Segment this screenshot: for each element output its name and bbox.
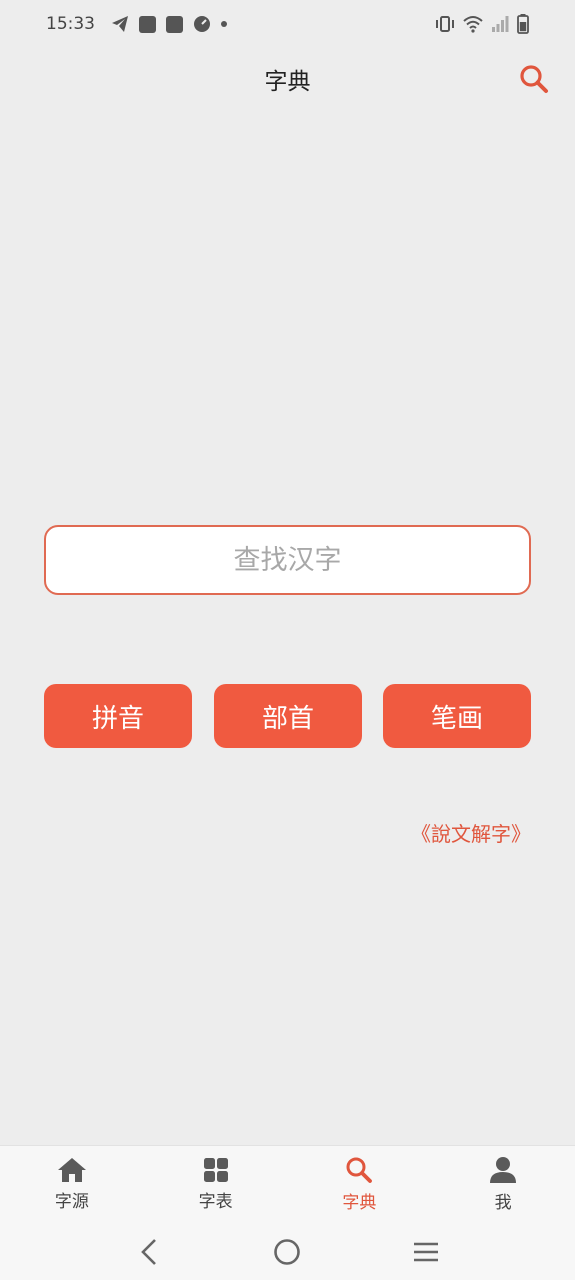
telegram-icon	[111, 15, 129, 33]
pinyin-button[interactable]: 拼音	[44, 684, 192, 748]
signal-icon	[491, 15, 509, 33]
app-screen: 15:33 字典 查找汉字 拼音 部首 笔画 《說文解字》 字源 字表 字典 我	[0, 0, 575, 1280]
nav-item-zidian[interactable]: 字典	[288, 1146, 432, 1223]
header-search-button[interactable]	[517, 62, 551, 96]
bag-icon	[139, 15, 156, 33]
nav-item-zibiao[interactable]: 字表	[144, 1146, 288, 1223]
vibrate-icon	[435, 15, 455, 33]
status-left: 15:33	[46, 14, 227, 34]
lookup-method-buttons: 拼音 部首 笔画	[44, 684, 531, 748]
nav-label-ziyuan: 字源	[54, 1192, 89, 1212]
nav-item-me[interactable]: 我	[431, 1146, 575, 1223]
grid-icon	[203, 1158, 228, 1182]
nav-label-zidian: 字典	[342, 1193, 377, 1213]
radical-button[interactable]: 部首	[214, 684, 362, 748]
wifi-icon	[463, 15, 483, 33]
more-notifications-dot-icon	[221, 21, 227, 27]
search-icon	[346, 1157, 373, 1183]
home-icon	[57, 1158, 86, 1182]
user-icon	[490, 1157, 517, 1183]
nav-item-ziyuan[interactable]: 字源	[0, 1146, 144, 1223]
system-menu-button[interactable]	[406, 1232, 446, 1272]
status-time: 15:33	[46, 14, 95, 34]
menu-icon	[413, 1242, 438, 1261]
circle-home-icon	[274, 1238, 301, 1265]
stroke-button[interactable]: 笔画	[383, 684, 531, 748]
battery-icon	[517, 14, 529, 34]
search-icon	[520, 65, 548, 93]
bag-icon-2	[166, 15, 183, 33]
shuowen-jiezi-link[interactable]: 《說文解字》	[411, 818, 531, 847]
search-input[interactable]	[44, 525, 531, 595]
bottom-nav: 字源 字表 字典 我	[0, 1145, 575, 1223]
app-header: 字典	[0, 48, 575, 110]
status-bar: 15:33	[0, 0, 575, 48]
system-back-button[interactable]	[129, 1232, 169, 1272]
nav-label-zibiao: 字表	[198, 1192, 233, 1212]
speedometer-icon	[193, 15, 211, 33]
page-title: 字典	[264, 69, 311, 95]
system-home-button[interactable]	[267, 1232, 307, 1272]
system-nav-bar	[0, 1223, 575, 1280]
status-right	[435, 14, 529, 34]
chevron-left-icon	[141, 1238, 157, 1265]
nav-label-me: 我	[494, 1193, 512, 1213]
